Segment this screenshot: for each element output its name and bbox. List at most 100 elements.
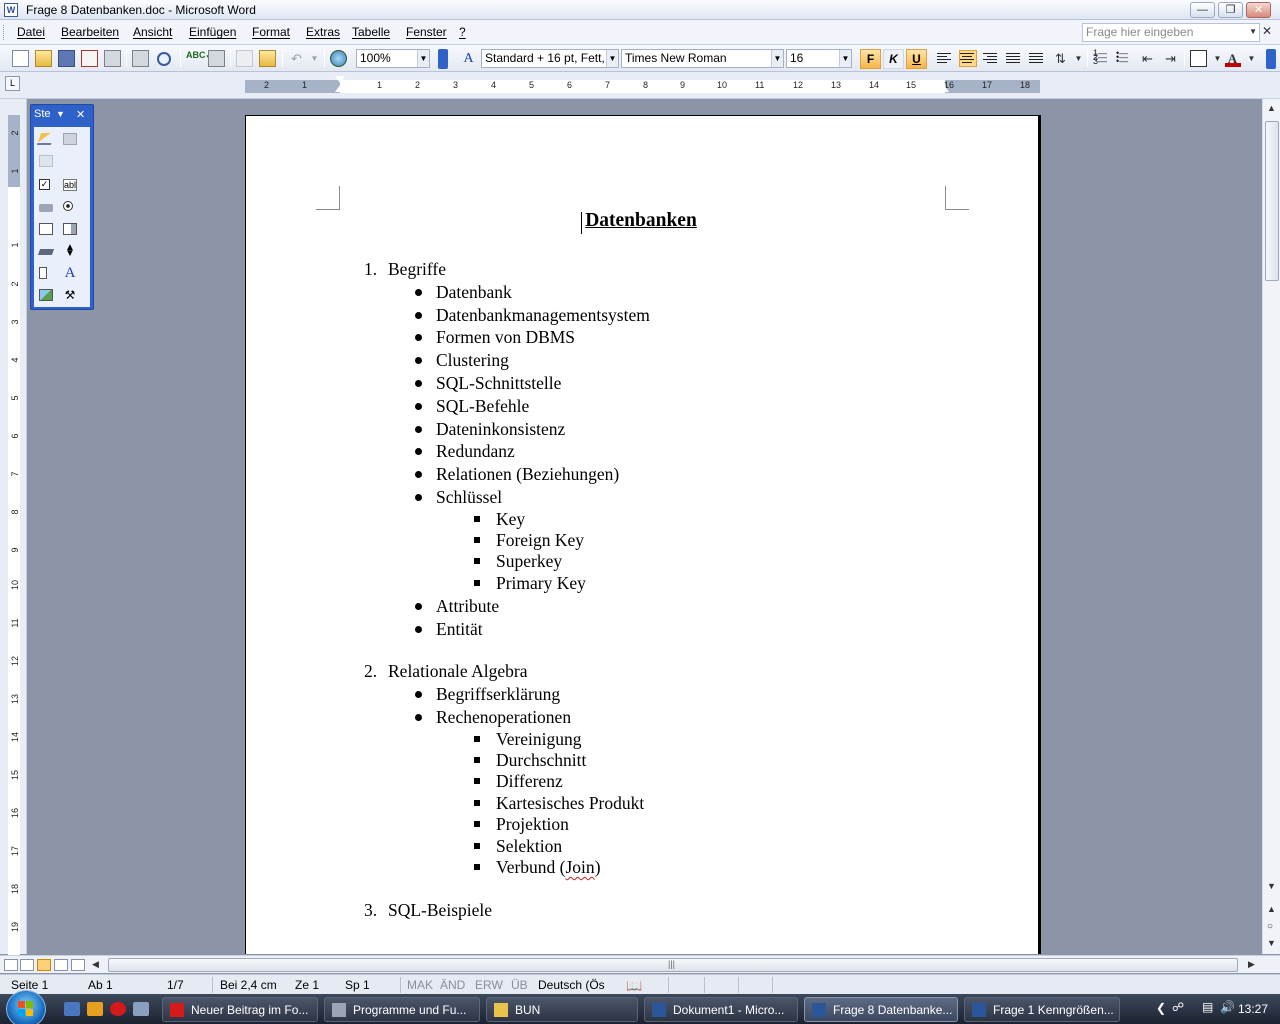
numbering-icon[interactable]: 1— 2— 3— — [1093, 49, 1110, 66]
research-icon[interactable] — [208, 50, 225, 67]
align-left-icon[interactable] — [937, 51, 953, 66]
tab-selector[interactable]: L — [5, 76, 20, 91]
taskbar-button[interactable]: Programme und Fu... — [324, 997, 480, 1022]
start-button[interactable] — [6, 990, 46, 1024]
web-layout-icon[interactable] — [20, 959, 34, 971]
open-folder-icon[interactable] — [35, 50, 52, 67]
properties-icon[interactable] — [60, 130, 80, 148]
font-select[interactable]: Times New Roman ▼ — [621, 49, 784, 68]
bold-button[interactable]: F — [860, 49, 881, 69]
styles-icon[interactable]: A — [460, 50, 477, 67]
tray-expand-icon[interactable]: ❮ — [1156, 1001, 1166, 1015]
listbox-icon[interactable] — [36, 220, 56, 238]
button-icon[interactable] — [36, 198, 56, 216]
bullets-icon[interactable]: •— •— •— — [1116, 49, 1133, 66]
chevron-down-icon[interactable]: ▼ — [417, 50, 429, 67]
align-right-icon[interactable] — [983, 51, 999, 66]
print-layout-icon[interactable] — [37, 959, 51, 971]
vertical-scroll-thumb[interactable] — [1265, 121, 1279, 281]
menu-tabelle[interactable]: Tabelle — [352, 25, 390, 39]
label-icon[interactable]: A — [60, 264, 80, 282]
taskbar-button[interactable]: Frage 8 Datenbanke... — [804, 997, 958, 1022]
menu-format[interactable]: Format — [252, 25, 290, 39]
undo-icon[interactable]: ↶ — [288, 50, 305, 67]
status-overwrite[interactable]: ÜB — [511, 978, 528, 992]
scroll-left-icon[interactable]: ◀ — [92, 959, 99, 970]
border-icon[interactable] — [1190, 50, 1207, 67]
font-color-dropdown-icon[interactable]: ▼ — [1243, 50, 1260, 67]
pdf-icon[interactable] — [81, 50, 98, 67]
volume-tray-icon[interactable]: 🔊 — [1220, 1000, 1235, 1014]
menu-bearbeiten[interactable]: Bearbeiten — [61, 25, 119, 39]
new-document-icon[interactable] — [12, 50, 29, 67]
status-macro[interactable]: MAK — [407, 978, 433, 992]
network-tray-icon[interactable]: ☍ — [1172, 1000, 1184, 1014]
spelling-icon[interactable]: ABC✓ — [186, 50, 213, 67]
menu-ansicht[interactable]: Ansicht — [133, 25, 172, 39]
font-size-select[interactable]: 16 ▼ — [786, 49, 852, 68]
status-section[interactable]: Ab 1 — [88, 978, 113, 992]
status-column[interactable]: Sp 1 — [345, 978, 370, 992]
reading-view-icon[interactable] — [71, 959, 85, 971]
minimize-button[interactable]: — — [1190, 2, 1215, 18]
show-desktop-icon[interactable] — [64, 1002, 80, 1016]
help-search-input[interactable]: Frage hier eingeben ▼ — [1082, 23, 1260, 42]
print-icon[interactable] — [132, 50, 149, 67]
hyperlink-icon[interactable] — [330, 50, 347, 67]
permission-icon[interactable] — [104, 50, 121, 67]
combobox-icon[interactable] — [60, 220, 80, 238]
vertical-scrollbar[interactable]: ▲ ▼ ▲ ○ ▼ — [1262, 99, 1280, 954]
chevron-down-icon[interactable]: ▼ — [839, 50, 851, 67]
right-indent-marker[interactable] — [939, 85, 949, 92]
align-center-icon[interactable] — [959, 50, 977, 67]
menu-extras[interactable]: Extras — [306, 25, 340, 39]
undo-dropdown-icon[interactable]: ▼ — [306, 50, 323, 67]
status-language[interactable]: Deutsch (Ös — [538, 978, 605, 992]
increase-indent-icon[interactable]: ⇥ — [1162, 50, 1179, 67]
horizontal-ruler[interactable]: L 2 1 1 2 3 4 5 6 7 8 9 10 11 12 13 14 15 16 17 18 — [0, 72, 1280, 99]
menu-datei[interactable]: Datei — [17, 25, 45, 39]
taskbar-button[interactable]: BUN — [486, 997, 638, 1022]
word-app-icon[interactable]: W — [4, 3, 18, 17]
close-icon[interactable]: ✕ — [76, 108, 85, 121]
first-line-indent-marker[interactable] — [335, 76, 345, 83]
browse-object-icon[interactable]: ○ — [1267, 921, 1273, 932]
maximize-button[interactable]: ❐ — [1218, 2, 1243, 18]
save-icon[interactable] — [58, 50, 75, 67]
media-player-icon[interactable] — [87, 1002, 103, 1016]
chevron-down-icon[interactable]: ▼ — [771, 50, 783, 67]
status-extend[interactable]: ERW — [475, 978, 503, 992]
design-mode-icon[interactable] — [36, 130, 56, 148]
italic-button[interactable]: K — [883, 49, 904, 69]
horizontal-scrollbar[interactable]: ◀ ||| ▶ — [0, 955, 1280, 973]
style-select[interactable]: Standard + 16 pt, Fett, ▼ — [481, 49, 619, 68]
textbox-icon[interactable]: abl — [60, 176, 80, 194]
chevron-down-icon[interactable]: ▼ — [606, 50, 618, 67]
menu-help[interactable]: ? — [459, 25, 466, 39]
toolbar-overflow-icon[interactable] — [438, 49, 448, 69]
status-line[interactable]: Ze 1 — [295, 978, 319, 992]
menu-grip[interactable] — [3, 25, 6, 40]
status-pages[interactable]: 1/7 — [167, 978, 184, 992]
view-code-icon[interactable] — [36, 152, 56, 170]
more-controls-icon[interactable]: ⚒ — [60, 286, 80, 304]
spelling-status-icon[interactable]: 📖 — [626, 978, 642, 994]
taskbar-button[interactable]: Dokument1 - Micro... — [644, 997, 798, 1022]
close-button[interactable]: ✕ — [1246, 2, 1271, 18]
hanging-indent-marker[interactable] — [335, 85, 345, 92]
copy-icon[interactable] — [236, 50, 253, 67]
vertical-ruler[interactable]: 2 1 1 2 3 4 5 6 7 8 9 10 11 12 13 14 15 16 17 18 19 — [0, 99, 27, 955]
menu-einfuegen[interactable]: Einfügen — [189, 25, 236, 39]
help-dropdown-icon[interactable]: ▼ — [1249, 27, 1257, 36]
scroll-up-icon[interactable]: ▲ — [1267, 103, 1276, 113]
line-spacing-icon[interactable]: ⇅ — [1052, 50, 1069, 67]
toggle-button-icon[interactable] — [36, 242, 56, 260]
taskbar-clock[interactable]: 13:27 — [1238, 1002, 1268, 1016]
scroll-right-icon[interactable]: ▶ — [1248, 959, 1255, 970]
status-track-changes[interactable]: ÄND — [440, 978, 465, 992]
outline-view-icon[interactable] — [54, 959, 68, 971]
connection-tray-icon[interactable]: ▤ — [1202, 1000, 1213, 1014]
toolbox-header[interactable]: Ste ▼ ✕ — [34, 108, 90, 126]
control-toolbox[interactable]: Ste ▼ ✕ ✓ abl ▲ ▼ A ⚒ — [30, 104, 94, 310]
scroll-down-icon[interactable]: ▼ — [1267, 881, 1276, 891]
